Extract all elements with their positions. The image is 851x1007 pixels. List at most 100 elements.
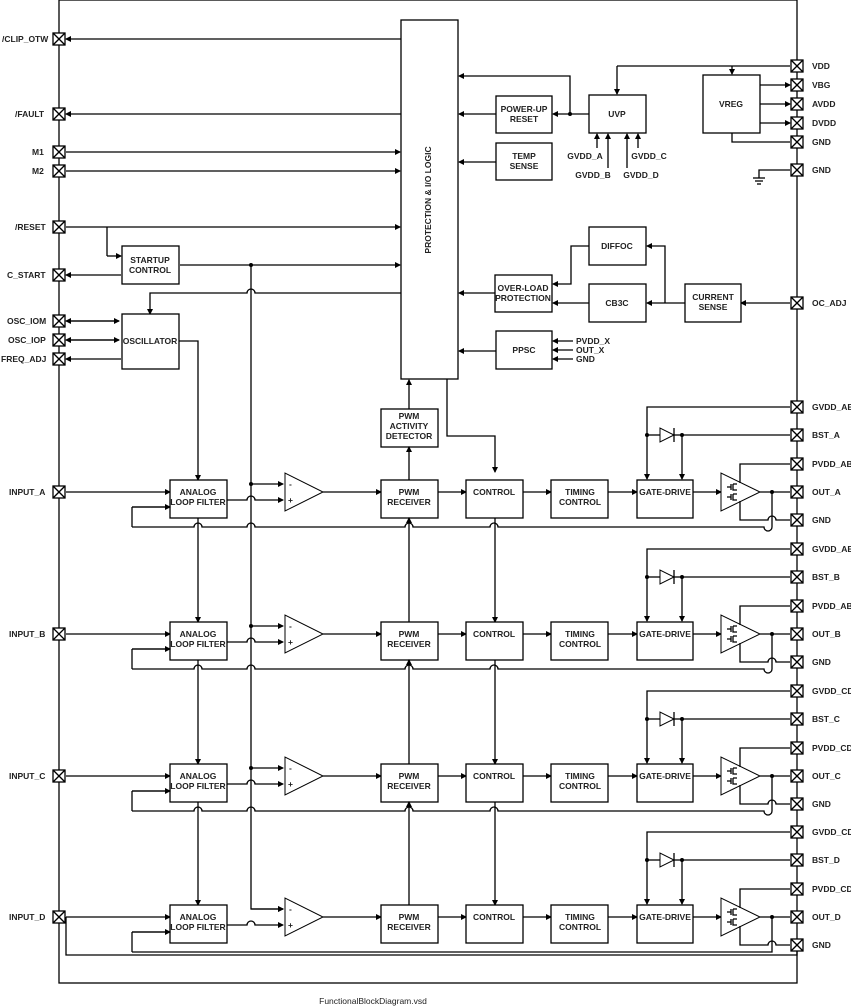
comparator-plus-label: + bbox=[288, 637, 293, 647]
control-block bbox=[465, 904, 524, 944]
uvp-input-gvdd-b: GVDD_B bbox=[575, 170, 610, 180]
right-pin-pad bbox=[790, 853, 804, 867]
pwm-receiver-label-1: PWM bbox=[399, 629, 420, 639]
pin-label-out: OUT_C bbox=[812, 771, 841, 781]
timing-control-label-1: TIMING bbox=[565, 629, 595, 639]
control-block bbox=[465, 763, 524, 803]
analog-loop-filter-label-1: ANALOG bbox=[180, 487, 217, 497]
pwm-receiver-label-2: RECEIVER bbox=[387, 922, 430, 932]
pin-label-reset: /RESET bbox=[15, 222, 47, 232]
pin-label-dvdd: DVDD bbox=[812, 118, 836, 128]
pin-label-m2: M2 bbox=[32, 166, 44, 176]
power-up-reset-label-2: RESET bbox=[510, 114, 539, 124]
control-label: CONTROL bbox=[473, 487, 515, 497]
comparator-plus-label: + bbox=[288, 495, 293, 505]
power-up-reset-label-1: POWER-UP bbox=[501, 104, 548, 114]
junction-dot bbox=[645, 433, 649, 437]
pin-label-out: OUT_B bbox=[812, 629, 841, 639]
control-block bbox=[465, 621, 524, 661]
startup-ref-wire bbox=[250, 265, 284, 912]
diode-icon bbox=[659, 852, 676, 868]
left-pin-pad bbox=[52, 164, 66, 178]
pin-label-gvdd: GVDD_AB bbox=[812, 402, 851, 412]
analog-loop-filter-label-1: ANALOG bbox=[180, 912, 217, 922]
startup-ref-bus bbox=[250, 265, 284, 912]
channel-b: ANALOGLOOP FILTER-+PWMRECEIVERCONTROL TIM… bbox=[9, 544, 851, 765]
left-pin-pad bbox=[52, 352, 66, 366]
left-pin-pad bbox=[52, 910, 66, 924]
functional-block-diagram: PROTECTION & I/O LOGIC POWER-UP RESET TE… bbox=[1, 0, 851, 1006]
comparator-minus-label: - bbox=[289, 479, 292, 489]
gate-drive-label: GATE-DRIVE bbox=[639, 487, 691, 497]
right-pin-pad bbox=[790, 135, 804, 149]
right-pin-pad bbox=[790, 116, 804, 130]
right-pin-pad bbox=[790, 882, 804, 896]
over-load-protection-label-2: PROTECTION bbox=[495, 293, 551, 303]
uvp-input-gvdd-d: GVDD_D bbox=[623, 170, 658, 180]
diode-icon bbox=[659, 427, 676, 443]
pin-label-freq-adj: FREQ_ADJ bbox=[1, 354, 47, 364]
right-pin-pad bbox=[790, 825, 804, 839]
pin-label-gnd: GND bbox=[812, 940, 831, 950]
gnd-wire bbox=[739, 501, 790, 521]
right-pin-pad bbox=[790, 570, 804, 584]
comparator-plus-label: + bbox=[288, 779, 293, 789]
pin-label-vdd: VDD bbox=[812, 61, 830, 71]
right-pin-pad bbox=[790, 59, 804, 73]
gate-drive-block bbox=[636, 621, 694, 661]
right-pin-pad bbox=[790, 599, 804, 613]
left-pin-pad bbox=[52, 268, 66, 282]
left-pin-pad bbox=[52, 627, 66, 641]
pwm-receiver-label-1: PWM bbox=[399, 912, 420, 922]
control-label: CONTROL bbox=[473, 912, 515, 922]
pin-label-gnd-2: GND bbox=[812, 165, 831, 175]
cb3c-label: CB3C bbox=[605, 298, 628, 308]
ppsc-label: PPSC bbox=[512, 345, 535, 355]
gate-drive-label: GATE-DRIVE bbox=[639, 912, 691, 922]
pin-label-out: OUT_D bbox=[812, 912, 841, 922]
diagram-caption: FunctionalBlockDiagram.vsd bbox=[319, 996, 427, 1006]
comparator-minus-label: - bbox=[289, 904, 292, 914]
gvdd-wire bbox=[644, 406, 790, 480]
right-pin-pad bbox=[790, 684, 804, 698]
right-pin-pad bbox=[790, 428, 804, 442]
diode-icon bbox=[659, 569, 676, 585]
right-pin-pad bbox=[790, 712, 804, 726]
left-pin-pad bbox=[52, 769, 66, 783]
right-pin-pad bbox=[790, 457, 804, 471]
alf-out-wire bbox=[227, 920, 284, 928]
left-pin-pad bbox=[52, 333, 66, 347]
timing-control-label-1: TIMING bbox=[565, 912, 595, 922]
pin-label-gvdd: GVDD_AB bbox=[812, 544, 851, 554]
pin-label-bst: BST_D bbox=[812, 855, 840, 865]
pwm-activity-detector-label-3: DETECTOR bbox=[386, 431, 433, 441]
junction-dot bbox=[645, 858, 649, 862]
pin-label-pvdd: PVDD_AB bbox=[812, 459, 851, 469]
left-pin-pad bbox=[52, 145, 66, 159]
gvdd-wire bbox=[644, 690, 790, 764]
comparator-minus-label: - bbox=[289, 621, 292, 631]
pin-label-clip-otw: /CLIP_OTW bbox=[2, 34, 49, 44]
gnd-wire bbox=[739, 643, 790, 663]
vreg-label: VREG bbox=[719, 99, 743, 109]
pin-label-gnd: GND bbox=[812, 657, 831, 667]
analog-loop-filter-label-2: LOOP FILTER bbox=[170, 639, 225, 649]
gnd-wire bbox=[739, 926, 790, 946]
junction-dot bbox=[645, 717, 649, 721]
analog-loop-filter-label-1: ANALOG bbox=[180, 629, 217, 639]
control-block bbox=[465, 479, 524, 519]
alf-out-wire bbox=[227, 637, 284, 645]
comparator-minus-label: - bbox=[289, 763, 292, 773]
analog-loop-filter-label-2: LOOP FILTER bbox=[170, 497, 225, 507]
left-pin-pad bbox=[52, 32, 66, 46]
right-pin-pad bbox=[790, 797, 804, 811]
pwm-receiver-label-2: RECEIVER bbox=[387, 497, 430, 507]
startup-control-label-1: STARTUP bbox=[130, 255, 170, 265]
left-pin-pad bbox=[52, 220, 66, 234]
current-sense-label-1: CURRENT bbox=[692, 292, 734, 302]
pin-label-input: INPUT_B bbox=[9, 629, 45, 639]
left-pin-pad bbox=[52, 485, 66, 499]
pin-label-bst: BST_C bbox=[812, 714, 840, 724]
left-pin-pad bbox=[52, 107, 66, 121]
control-label: CONTROL bbox=[473, 771, 515, 781]
